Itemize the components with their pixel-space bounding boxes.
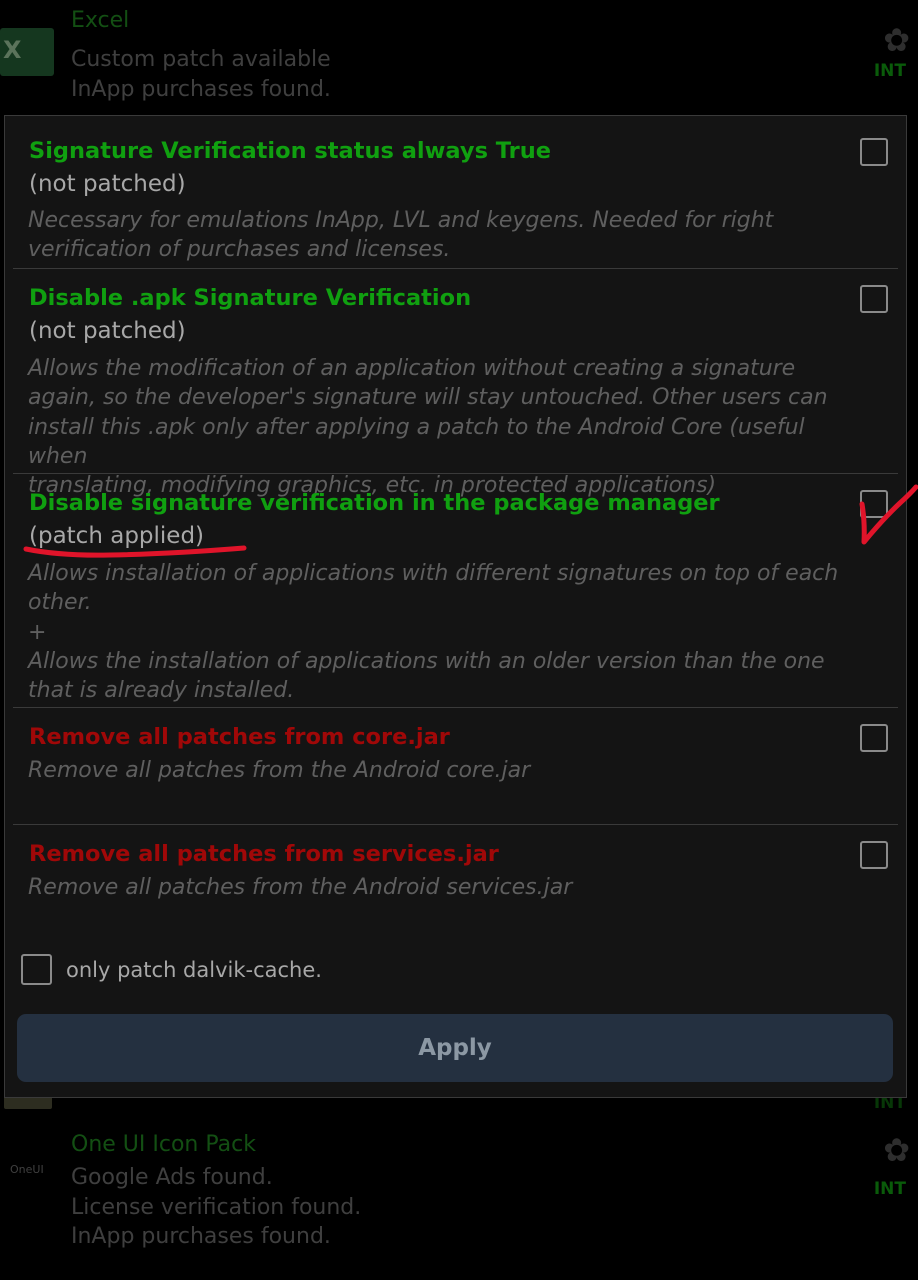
app-info-line: Custom patch available — [71, 47, 331, 72]
patch-status: (not patched) — [29, 171, 186, 197]
apply-button[interactable]: Apply — [17, 1014, 893, 1082]
app-info-line: InApp purchases found. — [71, 1224, 331, 1249]
patch-status: (not patched) — [29, 318, 186, 344]
excel-icon: X — [0, 28, 54, 76]
patch-title: Remove all patches from core.jar — [29, 724, 450, 750]
app-info-line: InApp purchases found. — [71, 76, 331, 102]
oneui-icon-label: OneUI — [10, 1163, 44, 1176]
patch-title: Disable .apk Signature Verification — [29, 285, 472, 311]
patch-title: Remove all patches from services.jar — [29, 841, 499, 867]
app-info-line: Google Ads found. — [71, 1165, 273, 1190]
dalvik-cache-label[interactable]: only patch dalvik-cache. — [66, 958, 322, 982]
app-row-oneui[interactable]: OneUI One UI Icon Pack Google Ads found.… — [0, 1120, 918, 1280]
patch-description: Necessary for emulations InApp, LVL and … — [28, 208, 774, 263]
clover-icon: ✿ — [883, 1131, 910, 1169]
patch-checkbox[interactable] — [860, 138, 888, 166]
int-badge: INT — [873, 61, 906, 81]
patch-description: Remove all patches from the Android serv… — [28, 875, 573, 900]
patch-status: (patch applied) — [29, 523, 205, 549]
patch-description: Allows installation of applications with… — [28, 561, 839, 704]
patch-option-remove-core[interactable]: Remove all patches from core.jar Remove … — [5, 708, 906, 824]
patch-dialog: Signature Verification status always Tru… — [4, 115, 907, 1098]
patch-option-signature-status[interactable]: Signature Verification status always Tru… — [5, 116, 906, 268]
patch-checkbox[interactable] — [860, 285, 888, 313]
excel-icon-letter: X — [3, 36, 22, 64]
patch-option-remove-services[interactable]: Remove all patches from services.jar Rem… — [5, 825, 906, 935]
patch-title: Signature Verification status always Tru… — [29, 138, 552, 164]
oneui-icon: OneUI — [10, 1158, 44, 1177]
app-info-line: License verification found. — [71, 1194, 362, 1220]
patch-checkbox[interactable] — [860, 841, 888, 869]
patch-checkbox[interactable] — [860, 490, 888, 518]
app-name: One UI Icon Pack — [71, 1132, 256, 1157]
patch-checkbox[interactable] — [860, 724, 888, 752]
dalvik-cache-checkbox[interactable] — [21, 954, 52, 985]
patch-description: Remove all patches from the Android core… — [28, 758, 531, 783]
app-name: Excel — [71, 8, 130, 33]
patch-title: Disable signature verification in the pa… — [29, 490, 720, 516]
patch-option-package-manager[interactable]: Disable signature verification in the pa… — [5, 474, 906, 707]
app-row-excel[interactable]: X Excel Custom patch available InApp pur… — [0, 0, 918, 112]
int-badge: INT — [873, 1179, 906, 1199]
patch-option-disable-apk-signature[interactable]: Disable .apk Signature Verification (not… — [5, 269, 906, 498]
clover-icon: ✿ — [883, 21, 910, 59]
